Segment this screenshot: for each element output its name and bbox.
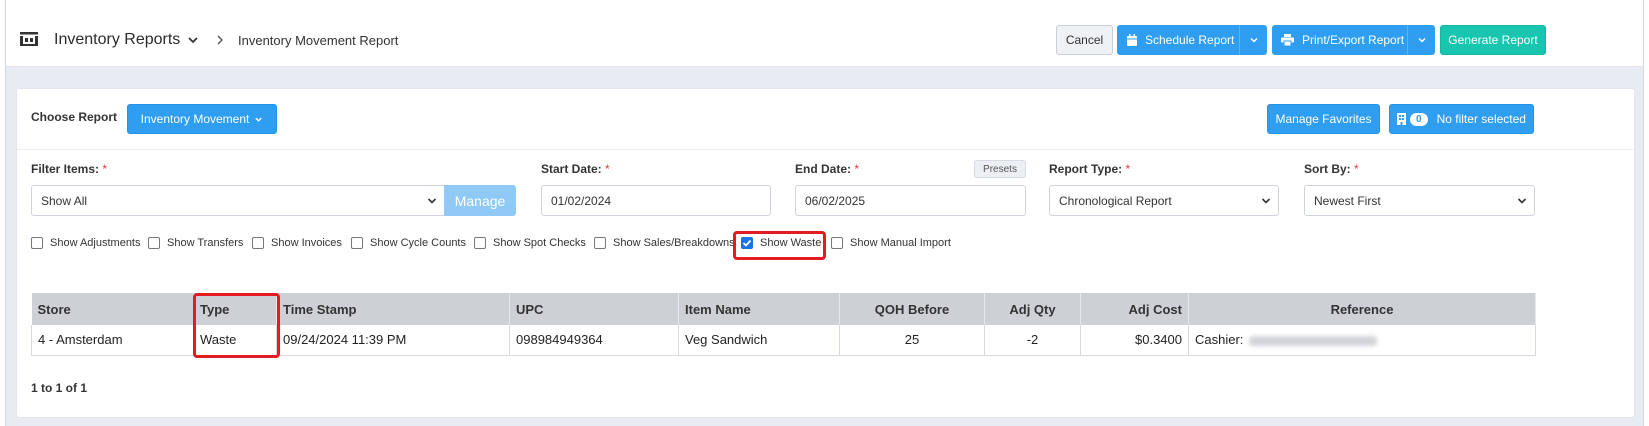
checkbox-box[interactable] [351,237,363,249]
sort-by-select[interactable]: Newest First [1304,185,1535,216]
schedule-report-dropdown[interactable] [1239,25,1267,55]
window-right-edge [1643,0,1649,426]
checkbox-show-transfers[interactable]: Show Transfers [148,237,243,249]
page-title: Inventory Reports [54,31,181,48]
cell-timestamp: 09/24/2024 11:39 PM [276,325,510,356]
cell-reference: Cashier: [1188,325,1536,356]
report-type-select[interactable]: Chronological Report [1049,185,1279,216]
chevron-down-icon [1261,198,1271,204]
report-type-value: Chronological Report [1059,193,1172,208]
cell-store: 4 - Amsterdam [31,325,194,356]
window-top-strip [0,0,1649,16]
column-header-adj-qty[interactable]: Adj Qty [984,293,1081,325]
checkbox-box[interactable] [252,237,264,249]
checkbox-show-sales-breakdowns[interactable]: Show Sales/Breakdowns [594,237,735,249]
generate-report-button[interactable]: Generate Report [1440,25,1546,55]
checkbox-box[interactable] [31,237,43,249]
column-header-timestamp[interactable]: Time Stamp [276,293,510,325]
checkbox-box[interactable] [474,237,486,249]
schedule-report-label: Schedule Report [1145,33,1235,47]
checkbox-show-invoices[interactable]: Show Invoices [252,237,342,249]
printer-icon [1281,34,1294,46]
breadcrumb: Inventory Movement Report [238,33,399,48]
inventory-report-icon [19,31,39,47]
checkbox-show-spot-checks[interactable]: Show Spot Checks [474,237,586,249]
window-left-edge [0,0,6,426]
column-header-item-name[interactable]: Item Name [678,293,840,325]
schedule-report-split-button: Schedule Report [1117,25,1267,55]
column-header-qoh-before[interactable]: QOH Before [839,293,985,325]
chevron-down-icon [1417,37,1426,43]
panel-divider [17,149,1634,150]
cancel-button[interactable]: Cancel [1056,25,1113,55]
filter-count-badge: 0 [1410,112,1428,126]
start-date-label: Start Date: * [541,162,610,176]
sort-by-value: Newest First [1314,193,1381,208]
cell-qoh-before: 25 [839,325,985,356]
sort-by-label: Sort By: * [1304,162,1359,176]
checkbox-show-manual-import[interactable]: Show Manual Import [831,237,951,249]
filter-items-value: Show All [41,193,88,208]
print-export-split-button: Print/Export Report [1272,25,1435,55]
print-export-button[interactable]: Print/Export Report [1272,25,1407,55]
column-header-store[interactable]: Store [31,293,194,325]
reference-text: Cashier: [1195,332,1244,348]
schedule-report-button[interactable]: Schedule Report [1117,25,1239,55]
highlight-type-column [193,293,280,358]
building-icon [1397,113,1407,125]
checkbox-label: Show Sales/Breakdowns [613,237,735,249]
end-date-input[interactable]: 06/02/2025 [795,185,1026,216]
cell-adj-cost: $0.3400 [1080,325,1189,356]
print-export-label: Print/Export Report [1302,33,1405,47]
chevron-down-icon [427,198,437,204]
report-selector-button[interactable]: Inventory Movement [127,104,277,134]
checkbox-label: Show Transfers [167,237,244,249]
checkbox-label: Show Adjustments [50,237,141,249]
checkbox-label: Show Spot Checks [493,237,586,249]
calendar-icon [1126,33,1138,47]
report-selector-label: Inventory Movement [140,112,250,126]
redacted-name [1249,335,1378,346]
pagination-summary: 1 to 1 of 1 [31,381,88,395]
end-date-label: End Date: * [795,162,860,176]
checkbox-label: Show Invoices [271,237,342,249]
start-date-input[interactable]: 01/02/2024 [541,185,771,216]
column-header-upc[interactable]: UPC [509,293,679,325]
cell-item-name: Veg Sandwich [678,325,840,356]
checkbox-box[interactable] [831,237,843,249]
column-header-reference[interactable]: Reference [1188,293,1536,325]
cell-upc: 098984949364 [509,325,679,356]
manage-favorites-button[interactable]: Manage Favorites [1267,104,1380,134]
print-export-dropdown[interactable] [1407,25,1435,55]
checkbox-label: Show Cycle Counts [370,237,466,249]
chevron-down-icon [1517,198,1527,204]
chevron-right-icon [214,33,226,47]
checkbox-show-cycle-counts[interactable]: Show Cycle Counts [351,237,466,249]
checkbox-box[interactable] [594,237,606,249]
presets-button[interactable]: Presets [974,160,1026,178]
filter-items-select[interactable]: Show All [31,185,445,216]
chevron-down-icon[interactable] [186,33,200,47]
choose-report-label: Choose Report [31,110,118,124]
chevron-down-icon [255,117,263,122]
cell-adj-qty: -2 [984,325,1081,356]
filter-summary-label: No filter selected [1436,112,1526,126]
chevron-down-icon [1249,37,1258,43]
highlight-show-waste [733,231,826,260]
column-header-adj-cost[interactable]: Adj Cost [1080,293,1189,325]
manage-items-button[interactable]: Manage [444,185,516,216]
filter-summary-button[interactable]: 0 No filter selected [1389,104,1534,134]
checkbox-label: Show Manual Import [850,237,951,249]
report-type-label: Report Type: * [1049,162,1131,176]
filter-items-label: Filter Items: * [31,162,108,176]
checkbox-box[interactable] [148,237,160,249]
checkbox-show-adjustments[interactable]: Show Adjustments [31,237,141,249]
